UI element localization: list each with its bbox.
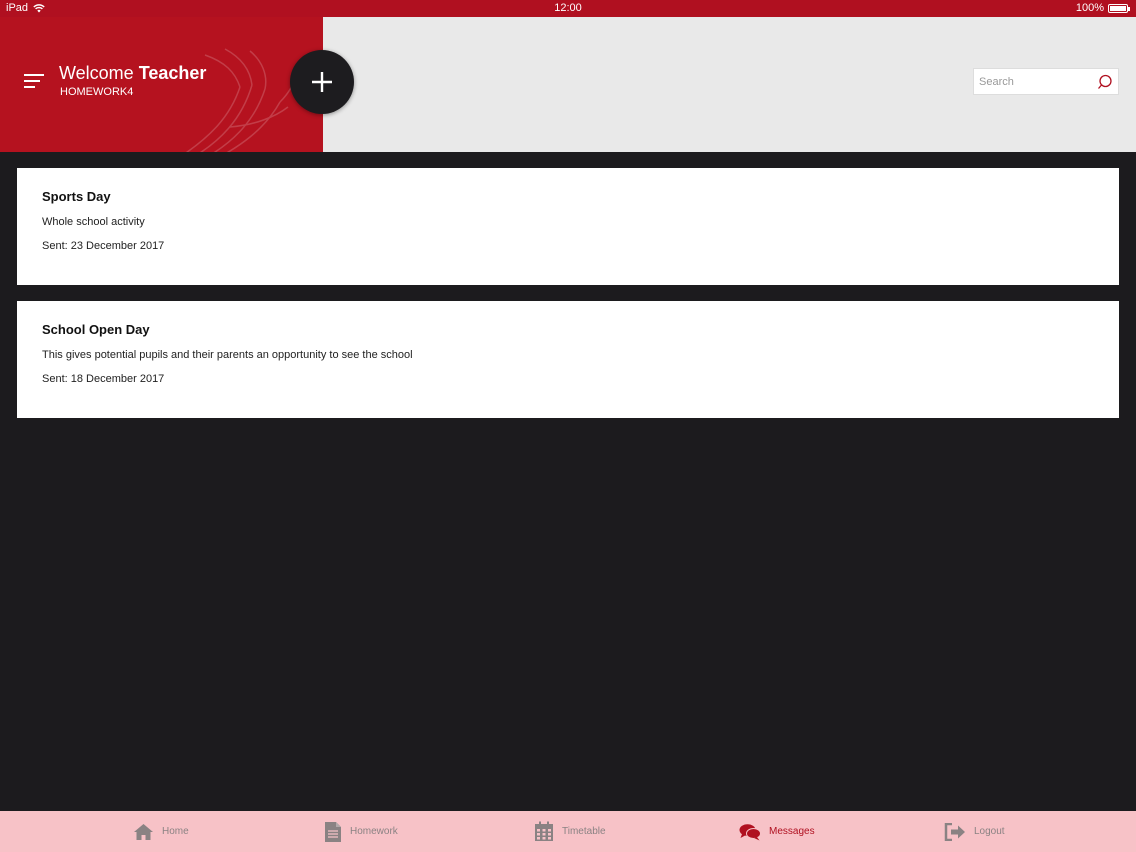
school-code: HOMEWORK4 bbox=[60, 86, 134, 98]
battery-icon bbox=[1108, 3, 1130, 13]
tab-timetable-label: Timetable bbox=[562, 826, 606, 837]
search-icon[interactable] bbox=[1097, 74, 1113, 90]
message-sent-date: Sent: 23 December 2017 bbox=[42, 240, 165, 252]
clock: 12:00 bbox=[554, 2, 582, 14]
tab-homework-label: Homework bbox=[350, 826, 398, 837]
search-input[interactable] bbox=[974, 69, 1094, 94]
tab-messages-label: Messages bbox=[769, 826, 815, 837]
tab-logout[interactable]: Logout bbox=[944, 811, 1005, 852]
header-banner: Welcome Teacher HOMEWORK4 bbox=[0, 17, 323, 152]
hamburger-menu-icon[interactable] bbox=[24, 74, 44, 90]
welcome-user-name: Teacher bbox=[138, 63, 207, 83]
bottom-tab-bar: Home Homework Timetable Messages Logout bbox=[0, 811, 1136, 852]
home-icon bbox=[134, 823, 153, 840]
status-bar: iPad 12:00 100% bbox=[0, 0, 1136, 17]
document-icon bbox=[325, 821, 341, 842]
logout-icon bbox=[944, 822, 965, 841]
message-title: School Open Day bbox=[42, 322, 150, 337]
message-description: This gives potential pupils and their pa… bbox=[42, 349, 413, 361]
message-sent-date: Sent: 18 December 2017 bbox=[42, 373, 165, 385]
add-message-button[interactable] bbox=[290, 50, 354, 114]
battery-percent: 100% bbox=[1075, 2, 1104, 14]
message-card[interactable]: Sports Day Whole school activity Sent: 2… bbox=[17, 168, 1119, 285]
tab-messages[interactable]: Messages bbox=[739, 811, 815, 852]
tab-home-label: Home bbox=[162, 826, 189, 837]
welcome-prefix: Welcome bbox=[59, 63, 134, 83]
message-title: Sports Day bbox=[42, 189, 111, 204]
chat-bubbles-icon bbox=[739, 823, 761, 840]
message-description: Whole school activity bbox=[42, 216, 145, 228]
calendar-icon bbox=[535, 821, 553, 841]
tab-homework[interactable]: Homework bbox=[324, 811, 398, 852]
tab-timetable[interactable]: Timetable bbox=[534, 811, 606, 852]
tab-home[interactable]: Home bbox=[133, 811, 189, 852]
search-box bbox=[973, 68, 1119, 95]
tab-logout-label: Logout bbox=[974, 826, 1005, 837]
plus-icon bbox=[312, 72, 332, 92]
welcome-heading: Welcome Teacher bbox=[59, 63, 206, 84]
message-card[interactable]: School Open Day This gives potential pup… bbox=[17, 301, 1119, 418]
